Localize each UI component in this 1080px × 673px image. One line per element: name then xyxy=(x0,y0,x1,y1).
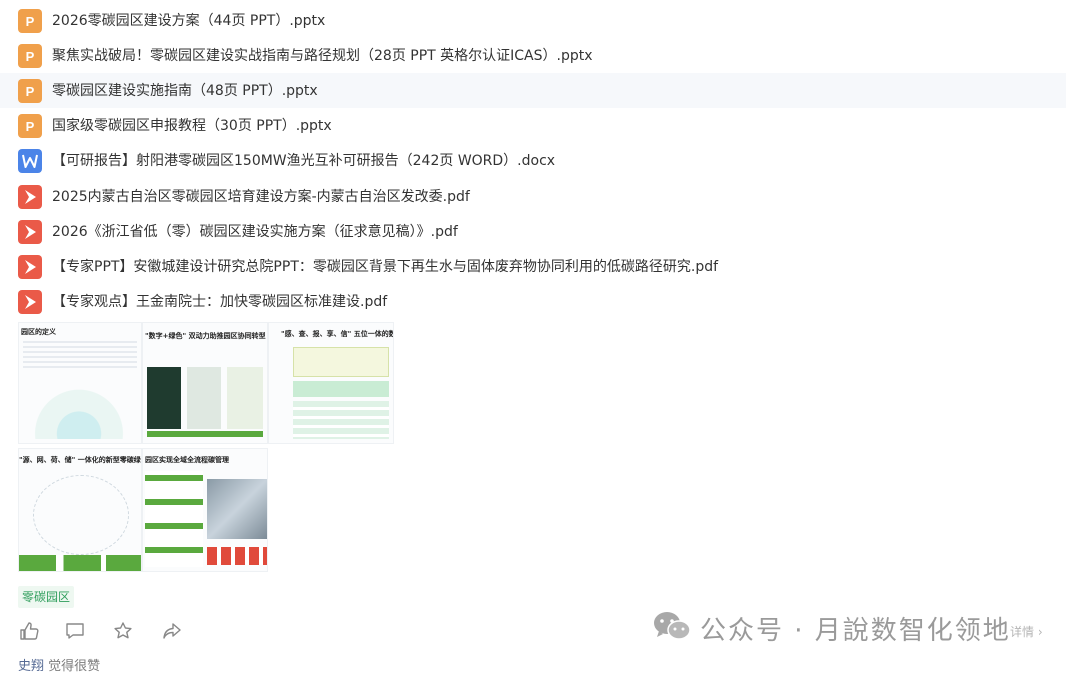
svg-text:P: P xyxy=(26,49,35,64)
thumbnail-5-list xyxy=(145,471,203,567)
ppt-file-icon: P xyxy=(18,78,42,103)
pdf-file-icon xyxy=(18,219,42,244)
thumbnail-3-top xyxy=(293,347,389,377)
account-name: 公众号 · 月說数智化领地 xyxy=(700,615,1011,646)
file-name: 【可研报告】射阳港零碳园区150MW渔光互补可研报告（242页 WORD）.do… xyxy=(52,153,556,170)
file-item[interactable]: P 零碳园区建设实施指南（48页 PPT）.pptx xyxy=(0,73,1066,109)
file-item[interactable]: 【专家PPT】安徽城建设计研究总院PPT：零碳园区背景下再生水与固体废弃物协同利… xyxy=(0,249,1066,284)
file-name: 聚焦实战破局！零碳园区建设实战指南与路径规划（28页 PPT 英格尔认证ICAS… xyxy=(52,47,593,64)
file-name: 【专家PPT】安徽城建设计研究总院PPT：零碳园区背景下再生水与固体废弃物协同利… xyxy=(52,258,719,275)
thumbnail-2-panel-a xyxy=(147,367,181,429)
svg-text:P: P xyxy=(26,14,35,29)
like-icon[interactable] xyxy=(18,620,40,642)
file-item[interactable]: P 2026零碳园区建设方案（44页 PPT）.pptx xyxy=(0,3,1066,38)
file-name: 2026《浙江省低（零）碳园区建设实施方案（征求意见稿）》.pdf xyxy=(52,223,458,240)
details-link[interactable]: 详情 › xyxy=(1010,623,1043,640)
thumbnail-2-panel-c xyxy=(227,367,263,429)
word-file-icon xyxy=(18,149,42,174)
thumbnail-1-textblock xyxy=(23,341,137,369)
svg-text:P: P xyxy=(26,84,35,99)
thumbnail-4-ring xyxy=(33,475,129,555)
file-name: 零碳园区建设实施指南（48页 PPT）.pptx xyxy=(52,82,318,99)
thumbnail-4[interactable]: "源、网、荷、储" 一体化的新型零碳绿色 xyxy=(18,448,142,572)
thumbnail-3[interactable]: "感、查、报、享、信" 五位一体的数字 xyxy=(268,322,394,444)
thumbnail-2-bar xyxy=(147,431,263,437)
file-name: 国家级零碳园区申报教程（30页 PPT）.pptx xyxy=(52,118,332,135)
thumbnail-3-mid xyxy=(293,381,389,397)
thumbnail-5[interactable]: 园区实现全域全流程碳管理 xyxy=(142,448,268,572)
thumbnail-3-title: "感、查、报、享、信" 五位一体的数字 xyxy=(281,330,394,338)
file-item[interactable]: 【可研报告】射阳港零碳园区150MW渔光互补可研报告（242页 WORD）.do… xyxy=(0,144,1066,179)
liker-suffix: 觉得很赞 xyxy=(44,659,101,673)
thumbnail-2-panel-b xyxy=(187,367,221,429)
thumbnail-2[interactable]: "数字+绿色" 双动力助推园区协同转型 xyxy=(142,322,268,444)
comment-icon[interactable] xyxy=(64,620,86,642)
file-item[interactable]: 2025内蒙古自治区零碳园区培育建设方案-内蒙古自治区发改委.pdf xyxy=(0,179,1066,214)
account-watermark: 公众号 · 月說数智化领地 xyxy=(652,610,1011,646)
file-name: 【专家观点】王金南院士：加快零碳园区标准建设.pdf xyxy=(52,294,388,311)
ppt-file-icon: P xyxy=(18,114,42,139)
file-item[interactable]: P 国家级零碳园区申报教程（30页 PPT）.pptx xyxy=(0,109,1066,144)
thumbnail-5-flow xyxy=(207,547,267,565)
thumbnail-4-title: "源、网、荷、储" 一体化的新型零碳绿色 xyxy=(19,456,142,464)
topic-tag[interactable]: 零碳园区 xyxy=(18,586,75,608)
liked-by-line: 史翔 觉得很赞 xyxy=(18,655,100,673)
file-name: 2026零碳园区建设方案（44页 PPT）.pptx xyxy=(52,12,326,29)
pdf-file-icon xyxy=(18,254,42,279)
ppt-file-icon: P xyxy=(18,8,42,33)
file-item[interactable]: P 聚焦实战破局！零碳园区建设实战指南与路径规划（28页 PPT 英格尔认证ICA… xyxy=(0,38,1066,73)
thumbnail-1[interactable]: 园区的定义 xyxy=(18,322,142,444)
file-item[interactable]: 2026《浙江省低（零）碳园区建设实施方案（征求意见稿）》.pdf xyxy=(0,214,1066,249)
file-name: 2025内蒙古自治区零碳园区培育建设方案-内蒙古自治区发改委.pdf xyxy=(52,188,470,205)
liker-name[interactable]: 史翔 xyxy=(18,659,44,673)
file-item[interactable]: 【专家观点】王金南院士：加快零碳园区标准建设.pdf xyxy=(0,285,1066,320)
thumbnail-1-diagram xyxy=(25,385,133,439)
share-icon[interactable] xyxy=(161,620,183,642)
wechat-icon xyxy=(652,609,692,647)
thumbnail-2-title: "数字+绿色" 双动力助推园区协同转型 xyxy=(145,332,266,340)
thumbnail-3-bottom xyxy=(293,401,389,439)
thumbnail-5-photo xyxy=(207,479,267,539)
pdf-file-icon xyxy=(18,184,42,209)
favorite-icon[interactable] xyxy=(112,620,134,642)
ppt-file-icon: P xyxy=(18,43,42,68)
pdf-file-icon xyxy=(18,290,42,315)
svg-text:P: P xyxy=(26,119,35,134)
thumbnail-5-title: 园区实现全域全流程碳管理 xyxy=(145,456,229,464)
thumbnail-4-bar xyxy=(19,555,141,571)
thumbnail-1-title: 园区的定义 xyxy=(21,328,56,336)
